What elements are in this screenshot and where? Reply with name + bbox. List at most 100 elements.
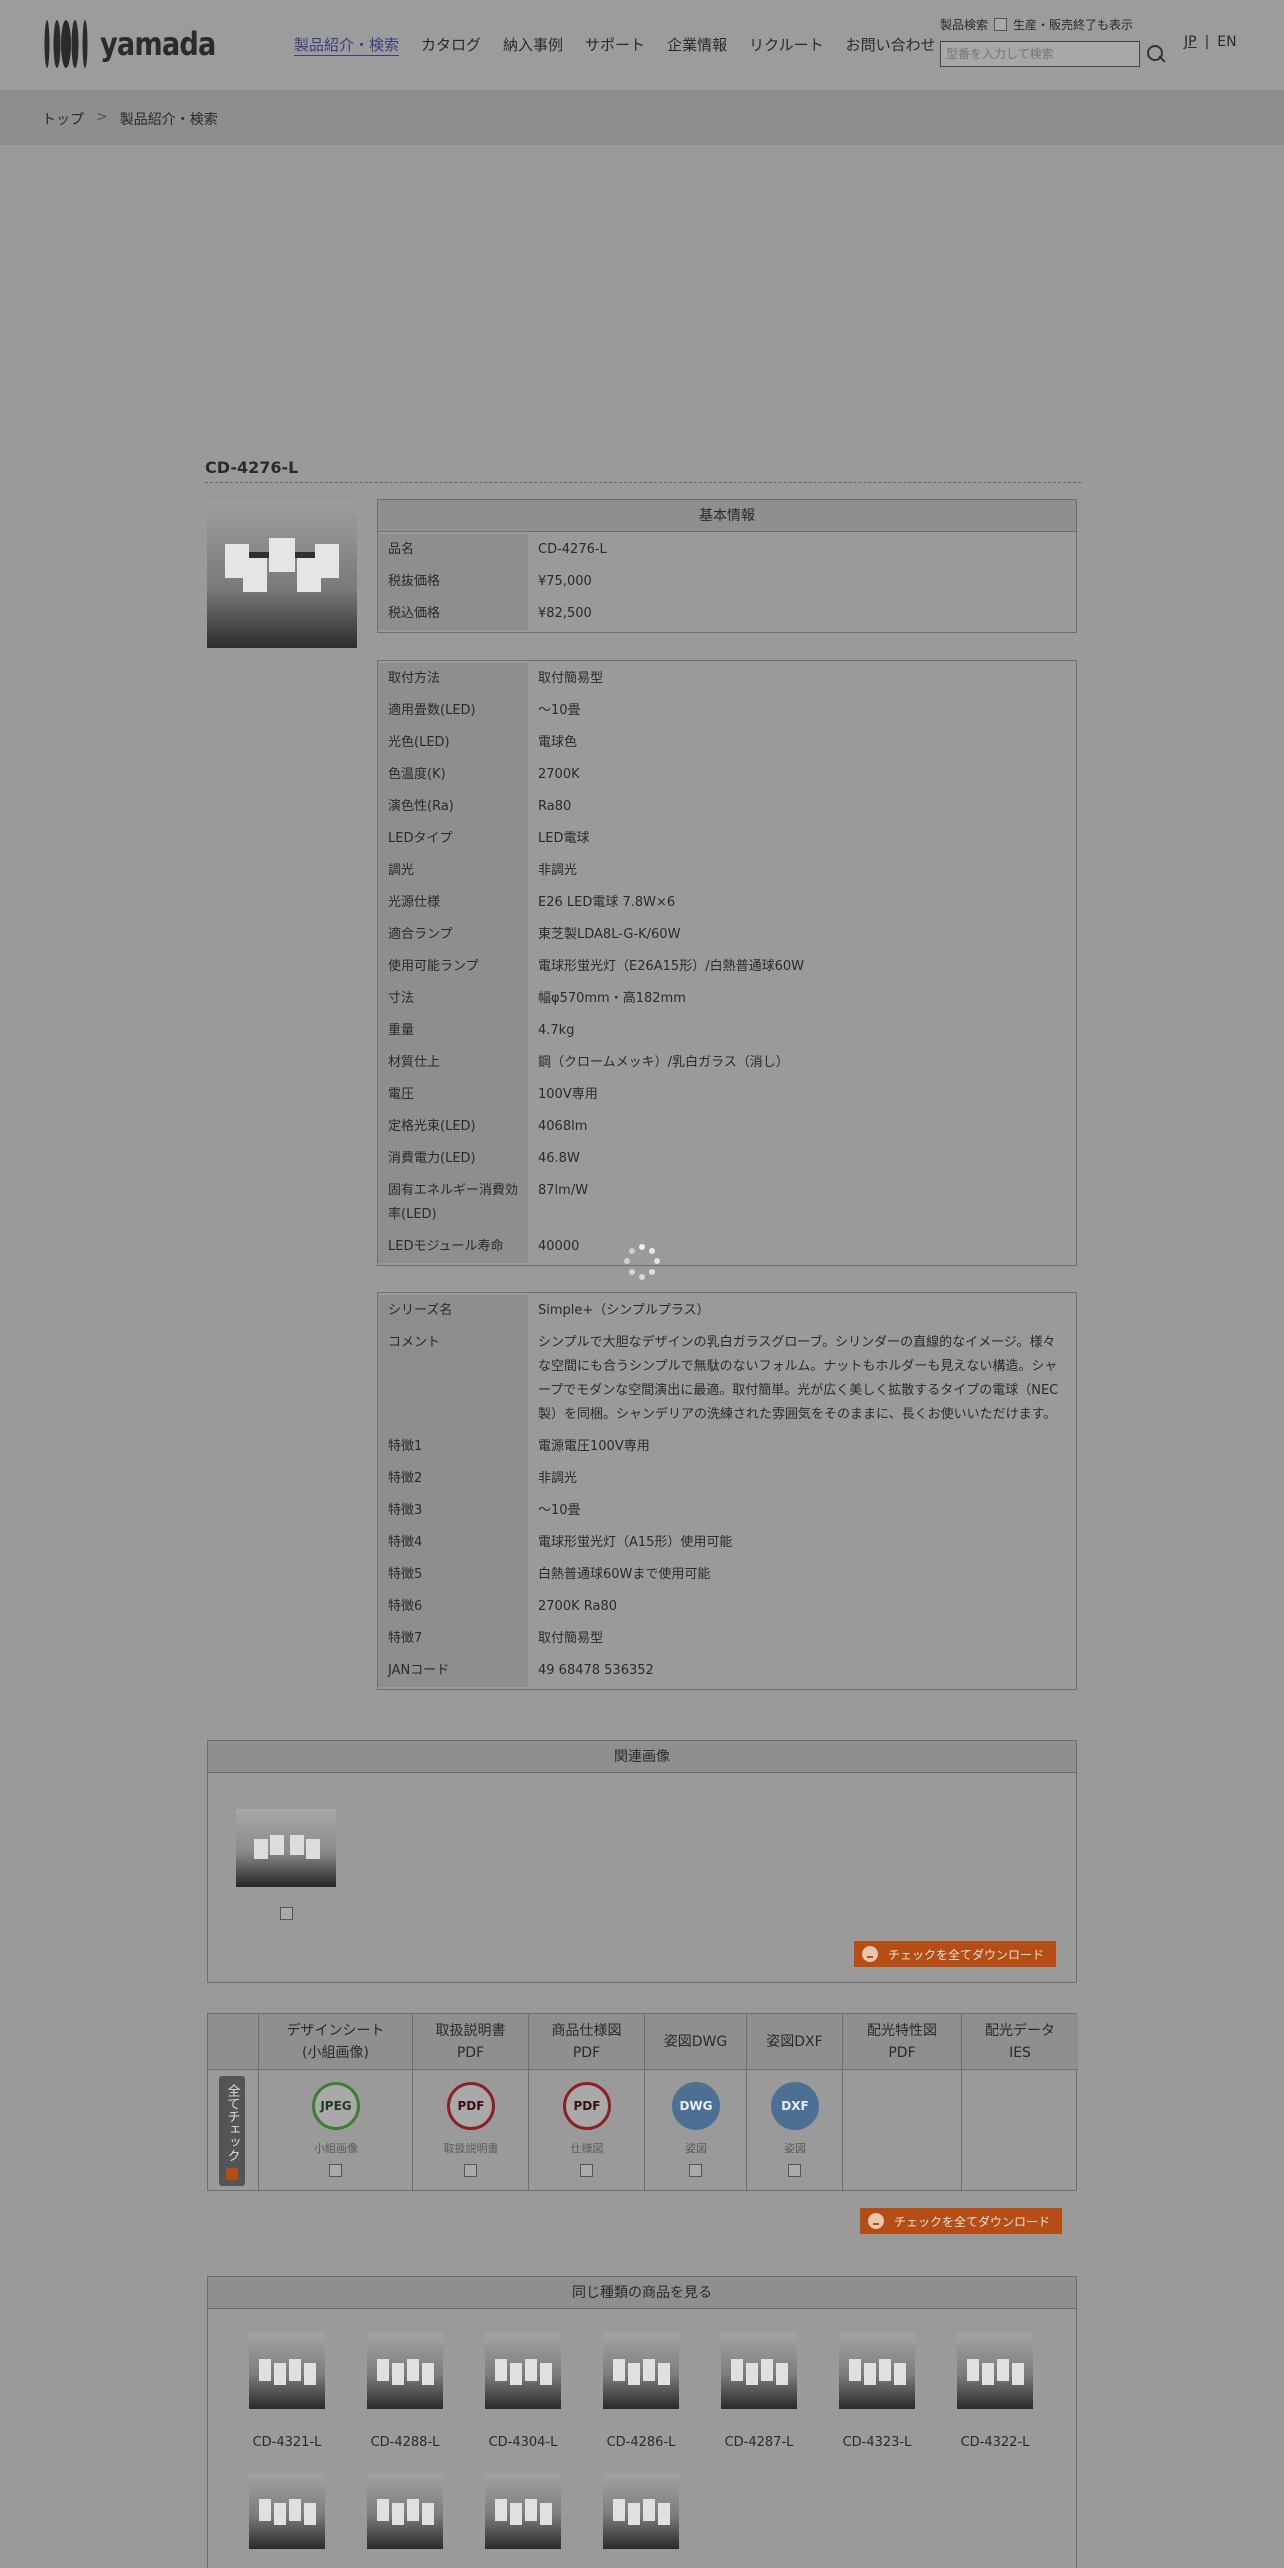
download-column-title: 配光データ [985,2023,1055,2039]
spec-key: 品名 [378,534,528,566]
download-checkbox[interactable] [788,2164,801,2177]
logo-mark-icon [40,18,92,70]
similar-product-thumb[interactable] [249,2333,325,2409]
search-input[interactable] [940,41,1140,67]
download-column: デザインシート (小組画像) JPEG 小組画像 [258,2014,412,2190]
similar-product[interactable]: CD-4288-L [367,2333,443,2450]
similar-product[interactable] [249,2473,325,2568]
search-icon[interactable] [1146,44,1166,64]
related-download-button[interactable]: チェックを全てダウンロード [854,1941,1057,1967]
similar-product-thumb[interactable] [485,2473,561,2549]
download-checkbox[interactable] [689,2164,702,2177]
dwg-file-icon[interactable]: DWG [672,2082,720,2130]
spec-row: 取付方法 取付簡易型 [378,663,1076,695]
spec-row: 消費電力(LED) 46.8W [378,1143,1076,1175]
download-checkbox[interactable] [329,2164,342,2177]
spec-value: CD-4276-L [538,542,607,557]
download-checkbox[interactable] [464,2164,477,2177]
nav-company[interactable]: 企業情報 [667,34,727,56]
discontinued-checkbox[interactable] [994,18,1008,31]
spec-row: コメント シンプルで大胆なデザインの乳白ガラスグローブ。シリンダーの直線的なイメー… [378,1327,1076,1431]
download-column-format: PDF [888,2045,916,2061]
similar-product[interactable]: CD-4322-L [957,2333,1033,2450]
spec-key: 特徴2 [378,1463,528,1495]
breadcrumb-current: 製品紹介・検索 [119,112,218,128]
download-column-title: 商品仕様図 [551,2023,622,2039]
similar-product-name[interactable]: CD-4287-L [711,2435,807,2450]
dxf-file-icon[interactable]: DXF [771,2082,819,2130]
similar-product-thumb[interactable] [721,2333,797,2409]
similar-product[interactable] [485,2473,561,2568]
similar-product[interactable]: CD-4321-L [249,2333,325,2450]
similar-product-name[interactable]: CD-4321-L [239,2435,335,2450]
spec-row: 定格光束(LED) 4068lm [378,1111,1076,1143]
similar-product[interactable]: CD-4323-L [839,2333,915,2450]
spec-row: 品名 CD-4276-L [378,534,1076,566]
spec-value: 電球形蛍光灯（A15形）使用可能 [538,1535,733,1550]
spec-row: 適合ランプ 東芝製LDA8L-G-K/60W [378,919,1076,951]
similar-product[interactable]: CD-4286-L [603,2333,679,2450]
spec-value: 49 68478 536352 [538,1663,654,1678]
nav-products[interactable]: 製品紹介・検索 [294,34,400,56]
similar-product[interactable] [603,2473,679,2568]
similar-product-name[interactable]: CD-4286-L [593,2435,689,2450]
similar-product[interactable] [367,2473,443,2568]
similar-product-thumb[interactable] [603,2473,679,2549]
spec-key: 定格光束(LED) [378,1111,528,1143]
nav-catalog[interactable]: カタログ [421,34,481,56]
similar-product[interactable]: CD-4304-L [485,2333,561,2450]
check-all-label: 全てチェック [224,2084,240,2162]
spec-key: 取付方法 [378,663,528,695]
site-header: yamada 製品紹介・検索 カタログ 納入事例 サポート 企業情報 リクルート… [0,0,1284,90]
spec-key: 演色性(Ra) [378,791,528,823]
related-images-heading: 関連画像 [208,1741,1076,1773]
spec-row: 重量 4.7kg [378,1015,1076,1047]
check-all-button[interactable]: 全てチェック [219,2076,245,2186]
spec-table: 取付方法 取付簡易型 適用畳数(LED) 〜10畳 光色(LED) 電球色 色温度(K) 27… [377,660,1077,1266]
nav-recruit[interactable]: リクルート [749,34,824,56]
nav-contact[interactable]: お問い合わせ [846,34,936,56]
download-checkbox[interactable] [580,2164,593,2177]
spec-value: 〜10畳 [538,703,581,718]
main-nav: 製品紹介・検索 カタログ 納入事例 サポート 企業情報 リクルート お問い合わせ [294,34,936,56]
pdf-file-icon[interactable]: PDF [563,2082,611,2130]
spec-value: 〜10畳 [538,1503,581,1518]
spec-key: 適合ランプ [378,919,528,951]
basic-info-heading: 基本情報 [378,500,1076,532]
logo[interactable]: yamada [40,18,236,70]
jpeg-file-icon[interactable]: JPEG [312,2082,360,2130]
nav-cases[interactable]: 納入事例 [503,34,563,56]
similar-product-thumb[interactable] [485,2333,561,2409]
similar-product-thumb[interactable] [839,2333,915,2409]
spec-key: 光色(LED) [378,727,528,759]
spec-value: 鋼（クロームメッキ）/乳白ガラス（消し） [538,1055,789,1070]
downloads-download-button[interactable]: チェックを全てダウンロード [860,2208,1063,2234]
discontinued-label: 生産・販売終了も表示 [1013,18,1134,32]
similar-product-thumb[interactable] [957,2333,1033,2409]
product-main-image[interactable] [207,500,357,648]
spec-value: 取付簡易型 [538,1631,604,1646]
similar-product-thumb[interactable] [249,2473,325,2549]
nav-support[interactable]: サポート [585,34,645,56]
spec-row: 光源仕様 E26 LED電球 7.8W×6 [378,887,1076,919]
similar-product-name[interactable]: CD-4323-L [829,2435,925,2450]
related-image-checkbox[interactable] [280,1907,293,1920]
spec-value: 電球色 [538,735,578,750]
similar-product-name[interactable]: CD-4304-L [475,2435,571,2450]
details-table: シリーズ名 Simple+（シンプルプラス） コメント シンプルで大胆なデザインの乳白… [377,1292,1077,1690]
similar-product[interactable]: CD-4287-L [721,2333,797,2450]
similar-product-thumb[interactable] [367,2333,443,2409]
related-image-thumb[interactable] [236,1809,336,1887]
spec-value: 取付簡易型 [538,671,604,686]
pdf-file-icon[interactable]: PDF [447,2082,495,2130]
similar-product-name[interactable]: CD-4322-L [947,2435,1043,2450]
similar-product-name[interactable]: CD-4288-L [357,2435,453,2450]
similar-product-thumb[interactable] [603,2333,679,2409]
spec-key: 適用畳数(LED) [378,695,528,727]
similar-product-thumb[interactable] [367,2473,443,2549]
basic-info-table: 基本情報 品名 CD-4276-L 税抜価格 ¥75,000 税込価格 ¥82,500 [377,499,1077,633]
breadcrumb-home[interactable]: トップ [42,109,84,129]
lang-jp[interactable]: JP [1184,34,1197,50]
lang-en[interactable]: EN [1217,34,1236,50]
spec-value: 4068lm [538,1119,588,1134]
